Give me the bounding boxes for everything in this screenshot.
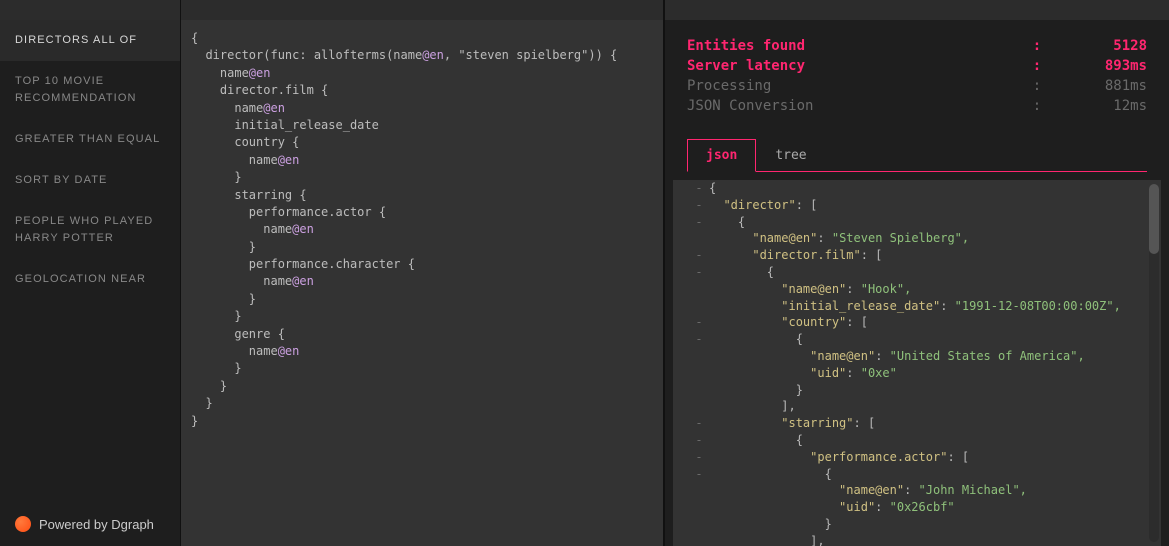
json-line: - { [693,432,1147,449]
stats-block: Entities found:5128Server latency:893msP… [665,20,1169,126]
json-line: "initial_release_date": "1991-12-08T00:0… [693,298,1147,315]
fold-gutter[interactable]: - [693,331,705,348]
tab-tree[interactable]: tree [756,139,825,172]
sidebar-item-5[interactable]: GEOLOCATION NEAR [0,259,180,300]
fold-gutter[interactable] [693,499,705,516]
sidebar: DIRECTORS ALL OFTOP 10 MOVIE RECOMMENDAT… [0,0,180,546]
json-output-wrap: -{- "director": [- { "name@en": "Steven … [673,180,1161,546]
query-editor-pane: { director(func: allofterms(name@en, "st… [180,0,664,546]
editor-top-strip [181,0,663,20]
stat-colon: : [1027,98,1047,114]
json-line: ], [693,398,1147,415]
stat-colon: : [1027,78,1047,94]
powered-by-label: Powered by Dgraph [39,517,154,532]
fold-gutter[interactable]: - [693,314,705,331]
stat-row-2: Processing:881ms [687,78,1147,94]
fold-gutter[interactable]: - [693,415,705,432]
json-line: "uid": "0x26cbf" [693,499,1147,516]
dgraph-logo-icon [15,516,31,532]
sidebar-top-strip [0,0,180,20]
fold-gutter[interactable] [693,281,705,298]
fold-gutter[interactable] [693,516,705,533]
stat-value: 893ms [1047,58,1147,74]
tab-json[interactable]: json [687,139,756,172]
json-line: - { [693,264,1147,281]
json-line: - "starring": [ [693,415,1147,432]
fold-gutter[interactable]: - [693,214,705,231]
stat-label: Processing [687,78,1027,94]
code-editor[interactable]: { director(func: allofterms(name@en, "st… [181,20,663,440]
json-line: - "country": [ [693,314,1147,331]
fold-gutter[interactable]: - [693,247,705,264]
json-line: "uid": "0xe" [693,365,1147,382]
fold-gutter[interactable]: - [693,466,705,483]
sidebar-item-3[interactable]: SORT BY DATE [0,160,180,201]
sidebar-item-4[interactable]: PEOPLE WHO PLAYED HARRY POTTER [0,201,180,259]
stat-value: 5128 [1047,38,1147,54]
stat-row-1: Server latency:893ms [687,58,1147,74]
json-scrollbar[interactable] [1149,184,1159,542]
fold-gutter[interactable] [693,533,705,546]
result-tabs: jsontree [687,138,1147,172]
json-line: "name@en": "United States of America", [693,348,1147,365]
fold-gutter[interactable] [693,398,705,415]
json-scroll-thumb[interactable] [1149,184,1159,254]
results-pane: Entities found:5128Server latency:893msP… [664,0,1169,546]
fold-gutter[interactable]: - [693,432,705,449]
json-line: } [693,516,1147,533]
fold-gutter[interactable]: - [693,264,705,281]
json-line: - "director": [ [693,197,1147,214]
stat-colon: : [1027,58,1047,74]
json-line: - { [693,214,1147,231]
json-line: "name@en": "Hook", [693,281,1147,298]
sidebar-item-2[interactable]: GREATER THAN EQUAL [0,119,180,160]
stat-row-3: JSON Conversion:12ms [687,98,1147,114]
stat-label: Server latency [687,58,1027,74]
stat-colon: : [1027,38,1047,54]
fold-gutter[interactable] [693,348,705,365]
json-line: "name@en": "John Michael", [693,482,1147,499]
sidebar-item-0[interactable]: DIRECTORS ALL OF [0,20,180,61]
json-line: ], [693,533,1147,546]
fold-gutter[interactable]: - [693,449,705,466]
json-line: -{ [693,180,1147,197]
json-output[interactable]: -{- "director": [- { "name@en": "Steven … [693,180,1147,546]
fold-gutter[interactable] [693,382,705,399]
json-line: } [693,382,1147,399]
sidebar-item-1[interactable]: TOP 10 MOVIE RECOMMENDATION [0,61,180,119]
json-line: - "director.film": [ [693,247,1147,264]
stat-label: JSON Conversion [687,98,1027,114]
stat-value: 12ms [1047,98,1147,114]
fold-gutter[interactable] [693,230,705,247]
stat-value: 881ms [1047,78,1147,94]
fold-gutter[interactable] [693,482,705,499]
stat-label: Entities found [687,38,1027,54]
json-line: - "performance.actor": [ [693,449,1147,466]
fold-gutter[interactable] [693,365,705,382]
stat-row-0: Entities found:5128 [687,38,1147,54]
fold-gutter[interactable] [693,298,705,315]
powered-by[interactable]: Powered by Dgraph [0,502,180,546]
json-line: - { [693,331,1147,348]
json-line: - { [693,466,1147,483]
fold-gutter[interactable]: - [693,180,705,197]
results-top-strip [665,0,1169,20]
fold-gutter[interactable]: - [693,197,705,214]
json-line: "name@en": "Steven Spielberg", [693,230,1147,247]
